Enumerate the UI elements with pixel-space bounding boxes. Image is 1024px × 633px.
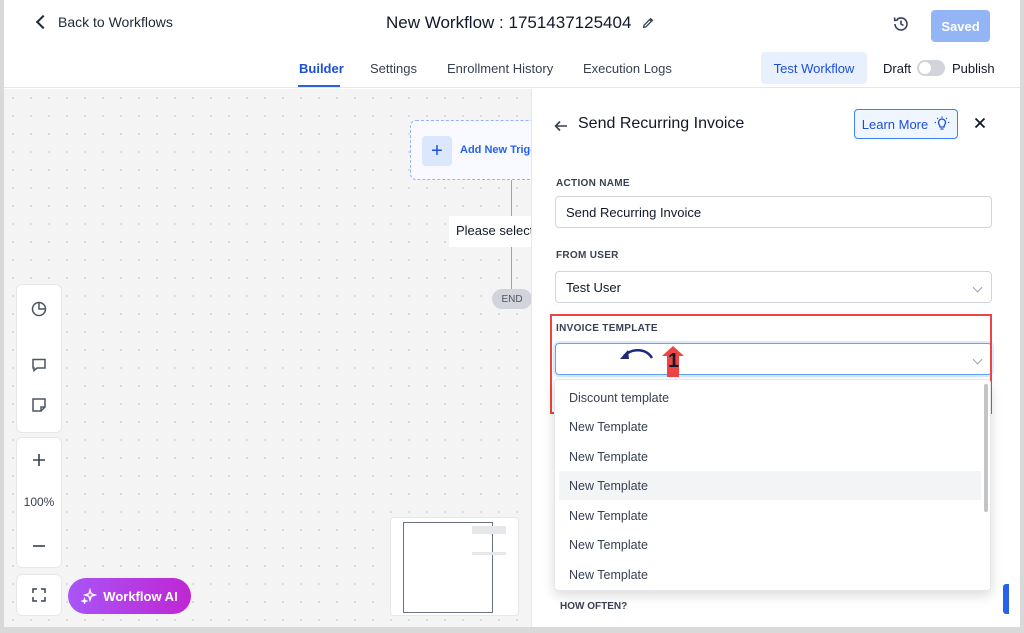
workflow-ai-label: Workflow AI — [103, 588, 178, 604]
back-to-workflows-link[interactable]: Back to Workflows — [35, 14, 173, 30]
tab-execution-logs[interactable]: Execution Logs — [583, 61, 672, 76]
arrow-left-icon[interactable] — [554, 119, 568, 133]
zoom-controls: 100% — [16, 437, 62, 568]
zoom-level: 100% — [23, 495, 55, 509]
connector-line — [511, 180, 512, 216]
dropdown-option[interactable]: New Template — [559, 501, 981, 530]
minimap-node — [472, 526, 506, 534]
lightbulb-icon — [935, 116, 950, 130]
dropdown-option[interactable]: New Template — [559, 412, 981, 441]
add-trigger-label: Add New Trigger — [460, 144, 531, 156]
dropdown-option[interactable]: Discount template — [559, 383, 981, 412]
workflow-canvas[interactable]: + Add New Trigger Please select END 100% — [4, 89, 531, 627]
connector-line — [511, 247, 512, 289]
canvas-toolbar — [16, 284, 62, 433]
stats-tool-button[interactable] — [17, 295, 61, 323]
chevron-down-icon — [972, 354, 983, 365]
invoice-template-label: INVOICE TEMPLATE — [556, 323, 658, 334]
publish-label: Publish — [952, 61, 995, 76]
action-name-input[interactable]: Send Recurring Invoice — [555, 196, 992, 228]
zoom-in-button[interactable] — [17, 446, 61, 474]
minimap[interactable] — [390, 517, 519, 616]
test-workflow-button[interactable]: Test Workflow — [761, 52, 867, 84]
pie-chart-icon — [31, 301, 47, 317]
workflow-title-text: New Workflow : 1751437125404 — [386, 13, 632, 32]
action-name-label: ACTION NAME — [556, 178, 630, 189]
back-label: Back to Workflows — [58, 14, 173, 30]
fit-view-tool[interactable] — [17, 581, 61, 609]
dropdown-scrollbar[interactable] — [984, 384, 988, 512]
end-node: END — [492, 289, 531, 309]
panel-title: Send Recurring Invoice — [578, 115, 745, 132]
expand-icon — [32, 588, 46, 602]
close-icon[interactable] — [972, 115, 988, 131]
invoice-template-dropdown: Discount template New Template New Templ… — [554, 379, 991, 591]
save-action-button-edge[interactable] — [1003, 584, 1009, 614]
sticky-note-icon — [32, 398, 46, 412]
tab-bar: Builder Settings Enrollment History Exec… — [4, 48, 1020, 88]
how-often-label: HOW OFTEN? — [560, 601, 628, 612]
minus-icon — [33, 545, 45, 547]
plus-icon — [33, 454, 45, 466]
fit-view-button[interactable] — [16, 574, 62, 616]
saved-button[interactable]: Saved — [931, 10, 990, 42]
top-bar: Back to Workflows New Workflow : 1751437… — [4, 0, 1020, 48]
learn-more-label: Learn More — [861, 116, 929, 132]
comment-tool-button[interactable] — [17, 351, 61, 379]
comment-icon — [32, 358, 46, 373]
chevron-down-icon — [972, 282, 983, 293]
please-select-placeholder[interactable]: Please select — [449, 216, 531, 247]
zoom-out-button[interactable] — [17, 532, 61, 560]
tab-settings[interactable]: Settings — [370, 61, 417, 76]
learn-more-button[interactable]: Learn More — [854, 109, 958, 139]
from-user-select[interactable]: Test User — [555, 271, 992, 303]
from-user-value: Test User — [566, 280, 621, 295]
dropdown-option[interactable]: New Template — [559, 442, 981, 471]
workflow-ai-button[interactable]: Workflow AI — [68, 578, 191, 614]
add-trigger-node[interactable]: + Add New Trigger — [410, 120, 531, 180]
minimap-node — [472, 552, 506, 555]
pencil-icon[interactable] — [641, 16, 655, 30]
dropdown-option-highlighted[interactable]: New Template — [559, 471, 981, 500]
from-user-label: FROM USER — [556, 250, 619, 261]
active-tab-indicator — [298, 85, 340, 87]
workflow-title: New Workflow : 1751437125404 — [386, 13, 655, 33]
app-window: Back to Workflows New Workflow : 1751437… — [4, 0, 1020, 627]
dropdown-option[interactable]: New Template — [559, 560, 981, 589]
dropdown-option[interactable]: New Template — [559, 530, 981, 559]
publish-toggle[interactable] — [917, 60, 945, 76]
chevron-left-icon — [35, 14, 51, 30]
tab-builder[interactable]: Builder — [299, 61, 344, 76]
tab-enrollment-history[interactable]: Enrollment History — [447, 61, 553, 76]
note-tool-button[interactable] — [17, 391, 61, 419]
plus-icon: + — [422, 136, 452, 166]
step-number: 1 — [668, 350, 680, 372]
draft-label: Draft — [883, 61, 912, 76]
minimap-viewport[interactable] — [403, 522, 493, 613]
history-icon[interactable] — [892, 15, 910, 33]
sparkle-icon — [81, 588, 98, 604]
step-marker-arrow-icon — [620, 346, 684, 377]
